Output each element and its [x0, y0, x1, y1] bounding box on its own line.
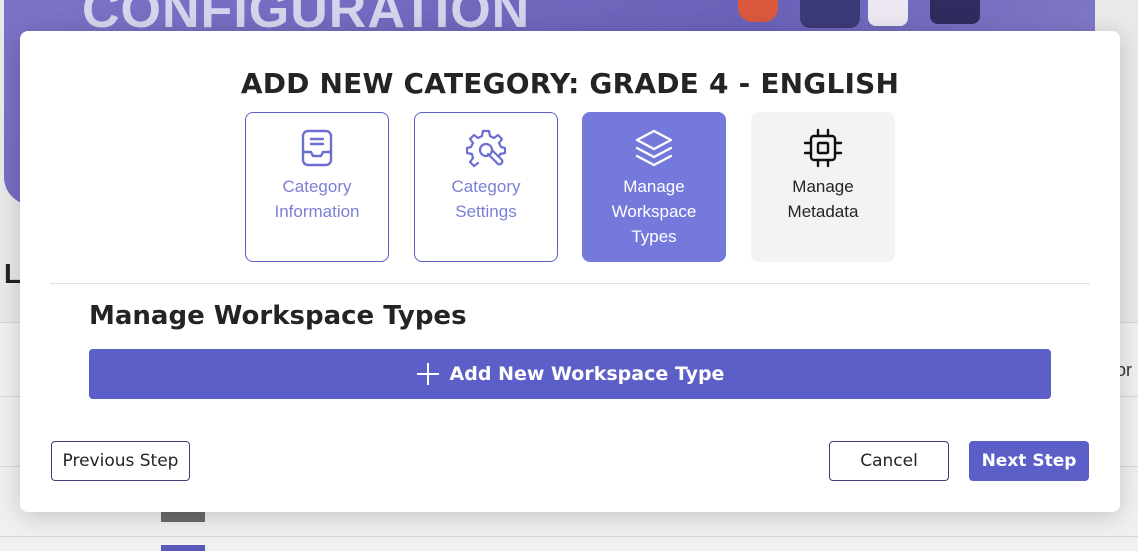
cancel-button[interactable]: Cancel [829, 441, 949, 481]
step-label: Manage Workspace Types [611, 177, 697, 246]
add-workspace-type-button[interactable]: Add New Workspace Type [89, 349, 1051, 399]
banner-illustration [868, 0, 908, 26]
step-category-settings[interactable]: Category Settings [414, 112, 558, 262]
next-step-button[interactable]: Next Step [969, 441, 1089, 481]
divider [50, 283, 1090, 284]
inbox-tray-icon [297, 128, 337, 168]
step-manage-metadata[interactable]: Manage Metadata [751, 112, 895, 262]
gear-wrench-icon [466, 128, 506, 168]
step-label: Manage Metadata [787, 177, 859, 221]
background-thumbnail [161, 545, 205, 551]
chip-icon [803, 128, 843, 168]
background-heading: L [4, 258, 22, 289]
add-workspace-type-label: Add New Workspace Type [449, 363, 725, 385]
background-thumbnail [161, 512, 205, 522]
table-row-divider [0, 536, 1138, 537]
banner-illustration [800, 0, 860, 28]
banner-illustration [930, 0, 980, 24]
step-manage-workspace-types[interactable]: Manage Workspace Types [582, 112, 726, 262]
step-label: Category Information [274, 177, 360, 221]
step-label: Category Settings [451, 177, 521, 221]
step-category-information[interactable]: Category Information [245, 112, 389, 262]
add-category-dialog: ADD NEW CATEGORY: GRADE 4 - ENGLISH Cate… [20, 31, 1120, 512]
plus-icon [416, 362, 440, 386]
previous-step-button[interactable]: Previous Step [51, 441, 190, 481]
section-title: Manage Workspace Types [89, 301, 467, 331]
banner-illustration [738, 0, 778, 22]
layers-icon [634, 128, 674, 168]
dialog-title: ADD NEW CATEGORY: GRADE 4 - ENGLISH [240, 67, 900, 100]
